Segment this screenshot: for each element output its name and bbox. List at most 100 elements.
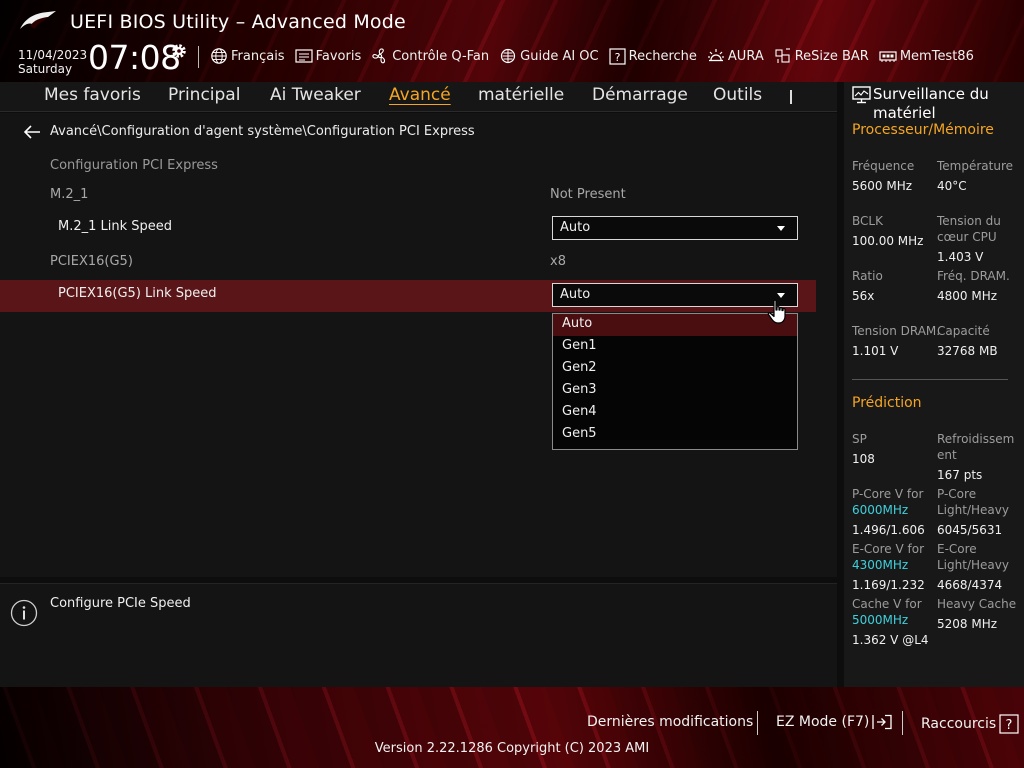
dropdown-option-auto[interactable]: Auto [553, 314, 797, 336]
ez-mode-button[interactable]: EZ Mode (F7) [776, 714, 893, 730]
pcore-voltage-label: P-Core V for 6000MHz [852, 486, 923, 518]
header-divider [198, 46, 199, 68]
dram-voltage-value: 1.101 V [852, 344, 899, 358]
resize-bar-button[interactable]: ReSize BAR [774, 47, 869, 65]
dropdown-option-gen1[interactable]: Gen1 [553, 336, 797, 358]
frequency-label: Fréquence [852, 159, 915, 173]
pcore-light-heavy-label: P-Core Light/Heavy [937, 487, 1009, 517]
svg-text:?: ? [1006, 718, 1013, 733]
footer-divider [902, 711, 903, 735]
tab-advanced[interactable]: Avancé [389, 85, 451, 105]
cooling-label: Refroidissement [937, 432, 1015, 462]
language-label: Français [231, 48, 285, 64]
cache-voltage-freq: 5000MHz [852, 613, 909, 627]
pcore-voltage-freq: 6000MHz [852, 503, 909, 517]
heavy-cache-label: Heavy Cache [937, 597, 1017, 611]
shortcuts-label: Raccourcis [921, 716, 997, 732]
hardware-monitor-title: Surveillance du matériel [873, 85, 989, 122]
ai-oc-guide-button[interactable]: Guide AI OC [499, 47, 599, 65]
pciex16-lanes: x8 [550, 254, 566, 269]
cache-voltage-value: 1.362 V @L4 [852, 633, 929, 647]
settings-gear-icon[interactable] [170, 42, 188, 60]
ecore-voltage-freq: 4300MHz [852, 558, 909, 572]
footer-bar: Dernières modifications EZ Mode (F7) Rac… [0, 687, 1024, 768]
m2-1-link-speed-label[interactable]: M.2_1 Link Speed [58, 219, 172, 234]
header-bar: UEFI BIOS Utility – Advanced Mode 11/04/… [0, 0, 1024, 82]
tab-main[interactable]: Principal [168, 85, 240, 105]
memtest-button[interactable]: MemTest86 [879, 48, 974, 64]
info-icon [10, 599, 38, 627]
ratio-value: 56x [852, 289, 875, 303]
main-content: Avancé\Configuration d'agent système\Con… [0, 113, 837, 577]
ecore-light-heavy-value: 4668/4374 [937, 578, 1003, 592]
tab-tools[interactable]: Outils [713, 85, 762, 105]
monitor-icon [852, 86, 871, 104]
favorites-button[interactable]: Favoris [294, 48, 361, 64]
aura-button[interactable]: AURA [707, 47, 764, 65]
ecore-voltage-label: E-Core V for 4300MHz [852, 541, 924, 573]
ez-mode-label: EZ Mode (F7) [776, 714, 870, 730]
dropdown-arrow-icon [777, 226, 785, 231]
main-menu-tabs: Mes favoris Principal Ai Tweaker Avancé … [0, 82, 837, 112]
link-speed-dropdown-list: Auto Gen1 Gen2 Gen3 Gen4 Gen5 [552, 313, 798, 450]
dropdown-option-gen4[interactable]: Gen4 [553, 402, 797, 424]
hardware-monitor-panel: Surveillance du matériel Processeur/Mémo… [844, 82, 1024, 687]
ecore-voltage-label-text: E-Core V for [852, 542, 925, 556]
dram-voltage-label: Tension DRAM. [852, 324, 941, 338]
clock-time[interactable]: 07:08 [88, 38, 181, 77]
bclk-label: BCLK [852, 214, 883, 228]
frequency-value: 5600 MHz [852, 179, 913, 193]
ai-oc-label: Guide AI OC [520, 48, 599, 64]
tab-hardware[interactable]: matérielle [478, 85, 564, 105]
ratio-label: Ratio [852, 269, 883, 283]
temperature-value: 40°C [937, 179, 967, 193]
search-label: Recherche [628, 48, 697, 64]
aura-light-icon [707, 49, 724, 62]
dropdown-option-gen2[interactable]: Gen2 [553, 358, 797, 380]
prediction-section-title: Prédiction [852, 395, 922, 411]
tabs-scroll-indicator[interactable] [790, 90, 792, 104]
language-button[interactable]: Français [210, 47, 285, 65]
help-question-icon: ? [999, 714, 1019, 734]
m2-1-link-speed-select[interactable]: Auto [552, 216, 798, 240]
globe-icon [211, 48, 227, 64]
pciex16-label: PCIEX16(G5) [50, 254, 133, 269]
cpu-memory-section-title: Processeur/Mémoire [852, 122, 994, 138]
temperature-label: Température [937, 159, 1014, 173]
sp-value: 108 [852, 452, 875, 466]
pciex16-link-speed-select[interactable]: Auto [552, 283, 798, 307]
pciex16-link-speed-value: Auto [560, 287, 591, 302]
sidebar-divider [852, 379, 1008, 380]
hand-pointer-cursor-icon [767, 299, 786, 324]
resize-bar-label: ReSize BAR [794, 48, 869, 64]
date-text: 11/04/2023 [18, 48, 88, 62]
footer-divider [757, 711, 758, 735]
tab-favorites[interactable]: Mes favoris [44, 85, 141, 105]
cooling-value: 167 pts [937, 468, 983, 482]
breadcrumb-path: Avancé\Configuration d'agent système\Con… [50, 124, 475, 139]
dropdown-option-gen3[interactable]: Gen3 [553, 380, 797, 402]
dropdown-arrow-icon [777, 293, 785, 298]
exit-arrow-icon [872, 714, 893, 730]
m2-1-status: Not Present [550, 187, 626, 202]
shortcuts-button[interactable]: Raccourcis ? [921, 714, 1019, 734]
toolbar: Français Favoris Contrôle Q-Fan Guide AI… [210, 46, 984, 66]
dram-frequency-value: 4800 MHz [937, 289, 998, 303]
last-modified-button[interactable]: Dernières modifications [587, 714, 753, 730]
qfan-control-button[interactable]: Contrôle Q-Fan [371, 47, 489, 65]
heavy-cache-value: 5208 MHz [937, 617, 998, 631]
back-arrow-icon[interactable] [24, 124, 41, 139]
resize-bar-icon [775, 48, 790, 63]
tab-boot[interactable]: Démarrage [592, 85, 688, 105]
pciex16-link-speed-label[interactable]: PCIEX16(G5) Link Speed [58, 286, 217, 301]
ecore-voltage-value: 1.169/1.232 [852, 578, 925, 592]
dropdown-option-gen5[interactable]: Gen5 [553, 424, 797, 446]
date-display: 11/04/2023 Saturday [18, 48, 87, 76]
search-button[interactable]: ? Recherche [609, 47, 697, 65]
m2-1-link-speed-value: Auto [560, 220, 591, 235]
tab-ai-tweaker[interactable]: Ai Tweaker [270, 85, 361, 105]
help-panel: Configure PCIe Speed [0, 583, 837, 687]
app-title: UEFI BIOS Utility – Advanced Mode [70, 11, 406, 33]
pcore-voltage-label-text: P-Core V for [852, 487, 924, 501]
breadcrumb[interactable]: Avancé\Configuration d'agent système\Con… [24, 124, 475, 139]
